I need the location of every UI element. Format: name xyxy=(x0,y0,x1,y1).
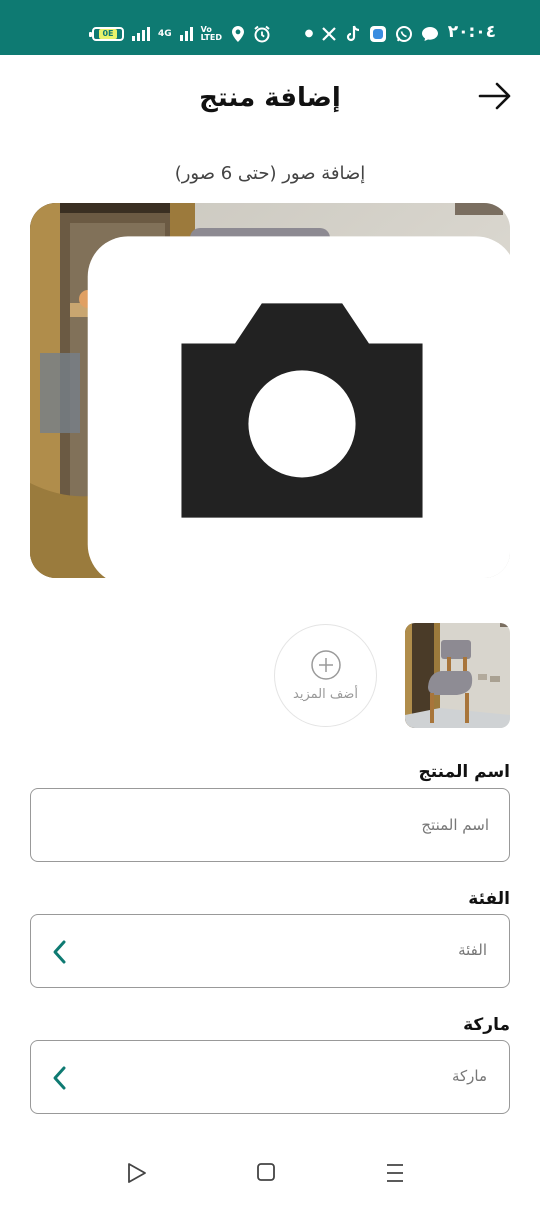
chat-icon xyxy=(422,27,439,41)
arrow-right-icon[interactable] xyxy=(478,81,512,111)
status-icons: 0E 4G Vo LTED ● xyxy=(89,22,439,46)
signal-4g-icon xyxy=(179,27,193,41)
tiktok-icon xyxy=(347,25,360,42)
brand-label: ماركة xyxy=(463,1015,510,1035)
network-type: 4G xyxy=(158,28,172,39)
location-icon xyxy=(231,26,244,42)
category-label: الفئة xyxy=(468,889,510,909)
add-more-label: أضف المزيد xyxy=(293,687,358,702)
volte-icon: Vo LTED xyxy=(200,25,222,42)
photos-hint: إضافة صور (حتى 6 صور) xyxy=(174,163,366,184)
status-time: ٢٠:٠٤ xyxy=(447,22,496,42)
app-icon xyxy=(370,26,387,42)
app-header: إضافة منتج xyxy=(0,55,540,145)
chair-thumbnail-image xyxy=(405,623,510,728)
camera-icon[interactable] xyxy=(62,223,510,578)
brand-select[interactable]: ماركة xyxy=(30,1040,510,1114)
battery-icon: 0E xyxy=(89,27,124,41)
alarm-icon xyxy=(254,25,270,43)
signal-icon xyxy=(132,27,150,41)
chevron-left-icon xyxy=(53,940,66,964)
status-bar: 0E 4G Vo LTED ● ٢٠:٠٤ xyxy=(0,0,540,55)
system-nav-bar xyxy=(0,1140,540,1206)
add-more-photos-button[interactable]: أضف المزيد xyxy=(274,624,377,727)
product-name-input[interactable] xyxy=(69,789,489,861)
plus-circle-icon xyxy=(310,650,341,680)
main-product-photo[interactable] xyxy=(30,203,510,578)
battery-level: 0E xyxy=(99,29,117,39)
brand-value: ماركة xyxy=(451,1067,487,1085)
whatsapp-icon xyxy=(396,26,413,42)
photo-thumbnail[interactable] xyxy=(405,623,510,728)
home-square-icon[interactable] xyxy=(256,1162,276,1182)
back-triangle-icon[interactable] xyxy=(126,1162,148,1184)
page-title: إضافة منتج xyxy=(199,83,341,113)
chevron-left-icon xyxy=(53,1066,66,1090)
category-value: الفئة xyxy=(458,941,487,959)
category-select[interactable]: الفئة xyxy=(30,914,510,988)
dot-icon: ● xyxy=(304,28,314,39)
menu-lines-icon[interactable] xyxy=(384,1162,406,1184)
product-name-field[interactable] xyxy=(30,788,510,862)
product-name-label: اسم المنتج xyxy=(418,762,510,782)
x-icon xyxy=(322,27,337,41)
